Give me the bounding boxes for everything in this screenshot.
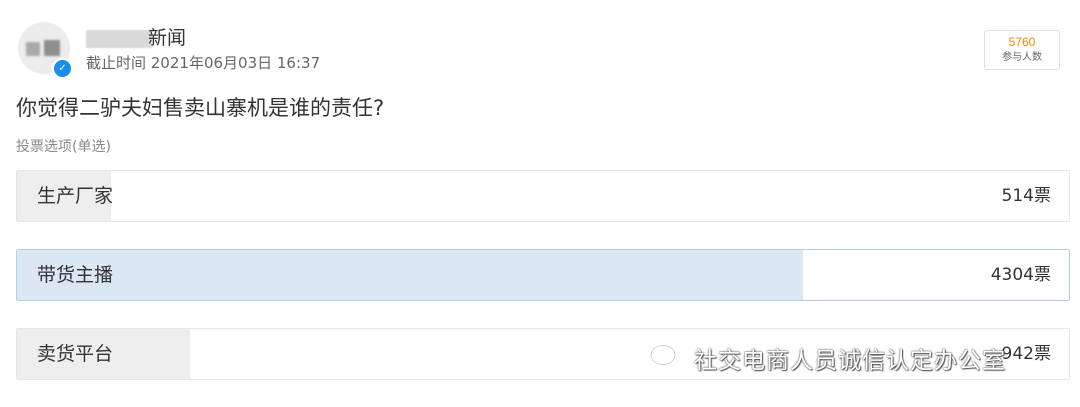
option-label: 卖货平台 <box>37 343 114 365</box>
participants-count: 5760 <box>1008 35 1036 49</box>
option-result-bar <box>17 250 803 300</box>
poll-option-manufacturer[interactable]: 生产厂家 514票 <box>16 170 1070 222</box>
option-label: 生产厂家 <box>37 185 114 207</box>
participants-label: 参与人数 <box>1002 52 1042 63</box>
author-name-visible-text: 新闻 <box>148 27 187 49</box>
avatar-blur-mask <box>26 42 40 56</box>
poll-option-streamer[interactable]: 带货主播 4304票 <box>16 249 1070 301</box>
deadline-text: 截止时间 2021年06月03日 16:37 <box>86 54 321 72</box>
avatar-blur-mask <box>44 40 60 56</box>
author-name[interactable]: 新闻 <box>86 26 186 50</box>
option-vote-count: 4304票 <box>990 265 1051 285</box>
vote-type-label: 投票选项(单选) <box>16 139 111 155</box>
participants-badge: 5760 参与人数 <box>984 30 1060 70</box>
verified-badge-icon: ✓ <box>52 58 73 79</box>
option-label: 带货主播 <box>37 264 114 286</box>
option-vote-count: 942票 <box>1001 344 1051 364</box>
poll-question: 你觉得二驴夫妇售卖山寨机是谁的责任? <box>16 96 385 120</box>
option-vote-count: 514票 <box>1001 186 1051 206</box>
poll-option-platform[interactable]: 卖货平台 942票 <box>16 328 1070 380</box>
